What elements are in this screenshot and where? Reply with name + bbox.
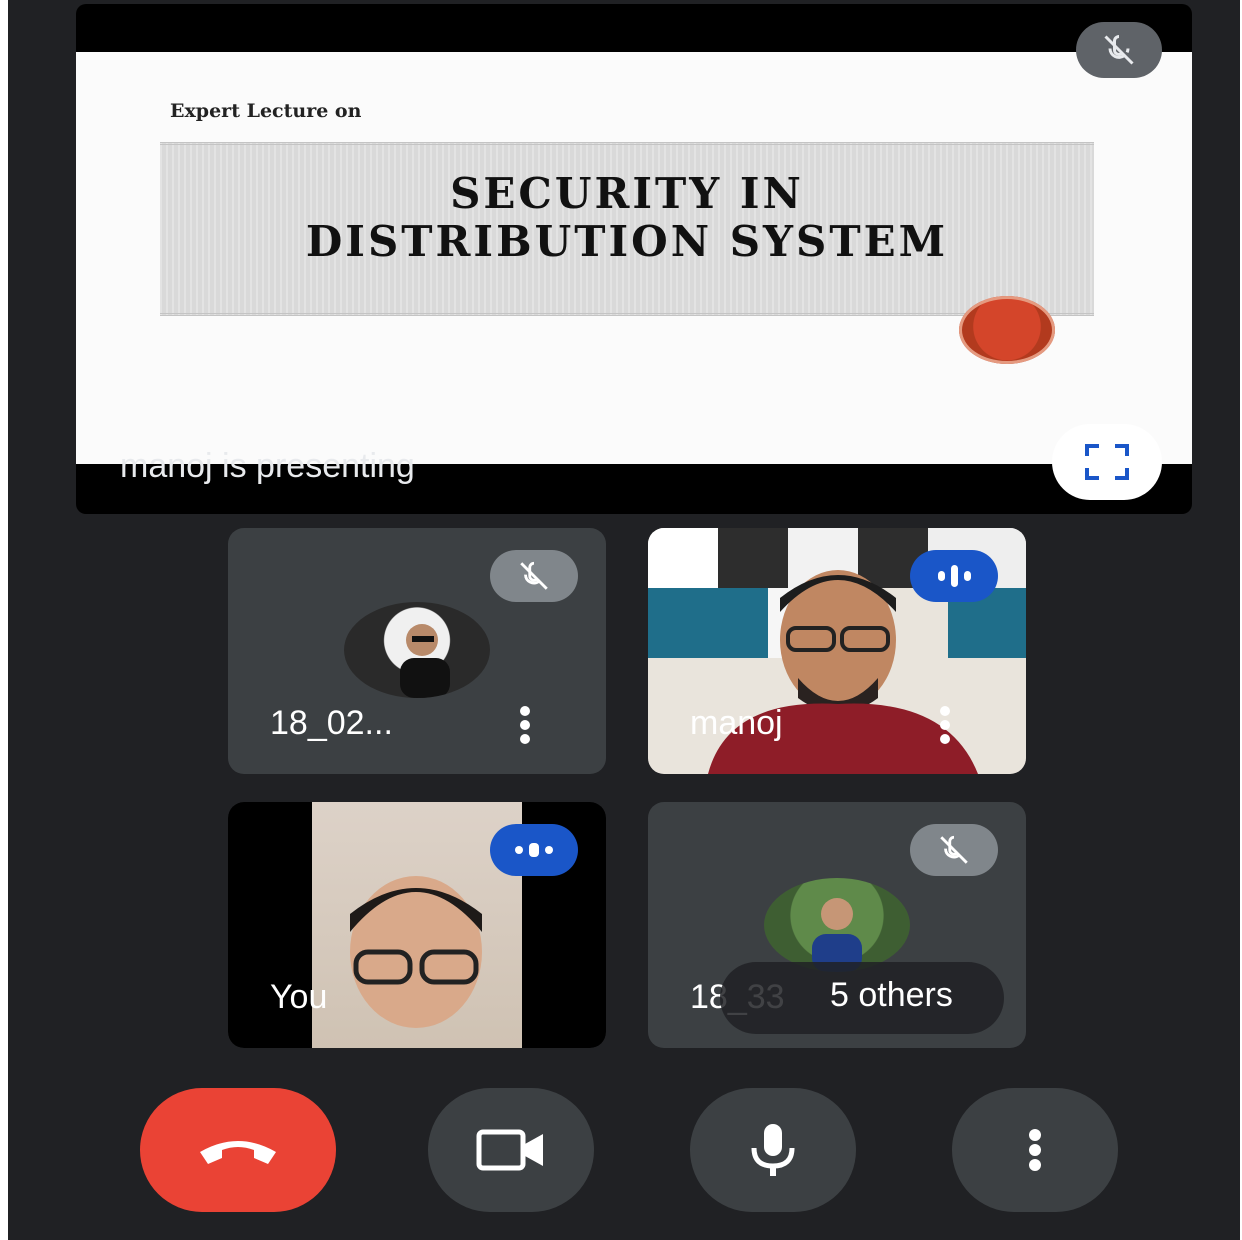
others-pill[interactable]: 5 others	[720, 962, 1004, 1034]
more-vert-icon[interactable]	[510, 700, 540, 750]
avatar	[344, 602, 490, 698]
meet-call-screen: Expert Lecture on SECURITY IN DISTRIBUTI…	[8, 0, 1240, 1240]
participant-tile-you[interactable]: You	[228, 802, 606, 1048]
camera-toggle-button[interactable]	[428, 1088, 594, 1212]
fullscreen-icon	[1085, 444, 1129, 480]
more-options-button[interactable]	[952, 1088, 1118, 1212]
slide-title: SECURITY IN DISTRIBUTION SYSTEM	[160, 170, 1094, 266]
more-vert-icon[interactable]	[930, 700, 960, 750]
mic-off-icon	[490, 550, 578, 602]
speaking-indicator-icon	[490, 824, 578, 876]
participant-name: manoj	[690, 704, 783, 742]
slide-kicker: Expert Lecture on	[170, 100, 362, 122]
presenting-label: manoj is presenting	[120, 447, 415, 485]
slide-title-line1: SECURITY IN	[450, 169, 804, 218]
participant-tile-others[interactable]: 18_33 5 others	[648, 802, 1026, 1048]
shared-slide: Expert Lecture on SECURITY IN DISTRIBUTI…	[76, 52, 1192, 464]
avatar	[764, 878, 910, 972]
more-vert-icon	[1029, 1129, 1041, 1171]
mic-off-icon	[1076, 22, 1162, 78]
phone-hangup-icon	[200, 1141, 276, 1164]
participant-name: You	[270, 978, 328, 1016]
slide-seal-logo	[959, 296, 1055, 364]
speaking-indicator-icon	[910, 550, 998, 602]
participant-tile-manoj[interactable]: manoj	[648, 528, 1026, 774]
mic-icon	[751, 1124, 795, 1176]
fullscreen-button[interactable]	[1052, 424, 1162, 500]
participant-tile-18-02[interactable]: 18_02...	[228, 528, 606, 774]
videocam-icon	[476, 1129, 543, 1171]
participant-name: 18_02...	[270, 704, 393, 742]
mic-toggle-button[interactable]	[690, 1088, 856, 1212]
end-call-button[interactable]	[140, 1088, 336, 1212]
slide-title-line2: DISTRIBUTION SYSTEM	[305, 217, 949, 266]
presentation-tile[interactable]: Expert Lecture on SECURITY IN DISTRIBUTI…	[76, 4, 1192, 514]
others-count-label: 5 others	[830, 976, 953, 1014]
mic-off-icon	[910, 824, 998, 876]
